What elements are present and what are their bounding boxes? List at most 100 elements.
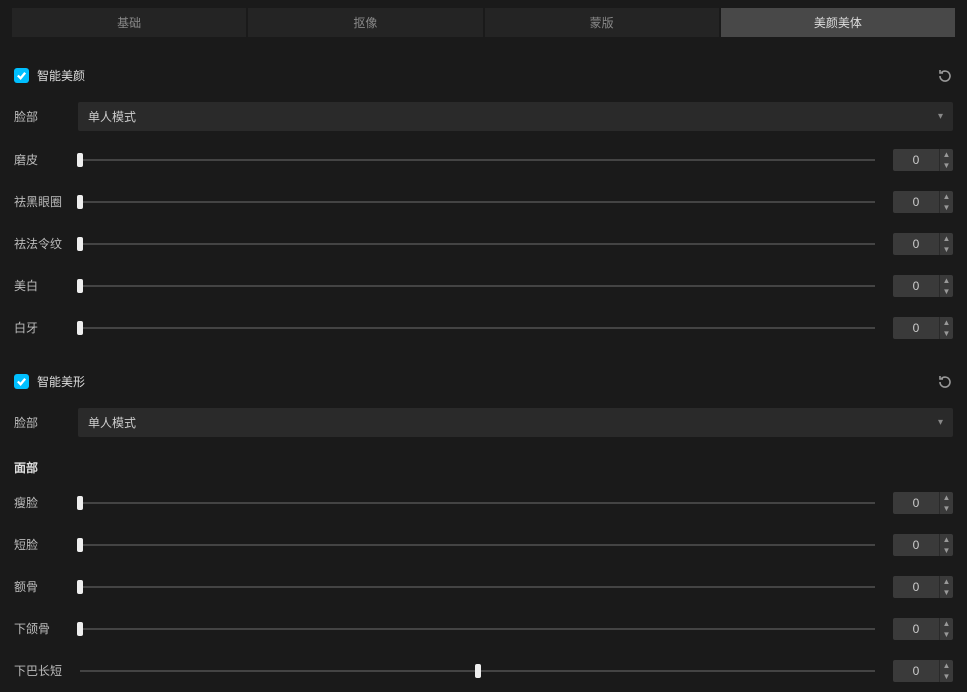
shape-checkbox[interactable] — [14, 374, 29, 389]
spinner-value: 0 — [893, 492, 939, 514]
beauty-slider-row: 祛法令纹 0▲▼ — [14, 223, 953, 265]
spinner-down-icon[interactable]: ▼ — [940, 286, 953, 297]
beauty-spinner[interactable]: 0▲▼ — [893, 149, 953, 171]
shape-spinner[interactable]: 0▲▼ — [893, 618, 953, 640]
slider-thumb[interactable] — [77, 321, 83, 335]
spinner-down-icon[interactable]: ▼ — [940, 202, 953, 213]
spinner-value: 0 — [893, 233, 939, 255]
spinner-down-icon[interactable]: ▼ — [940, 503, 953, 514]
spinner-value: 0 — [893, 275, 939, 297]
shape-slider[interactable] — [80, 622, 875, 636]
shape-reset-icon[interactable] — [937, 374, 953, 390]
spinner-value: 0 — [893, 660, 939, 682]
beauty-checkbox[interactable] — [14, 68, 29, 83]
beauty-slider-label: 磨皮 — [14, 153, 62, 167]
shape-slider-row: 额骨 0▲▼ — [14, 566, 953, 608]
slider-thumb[interactable] — [77, 538, 83, 552]
beauty-face-label: 脸部 — [14, 108, 62, 125]
tab-mask[interactable]: 蒙版 — [485, 8, 719, 37]
spinner-up-icon[interactable]: ▲ — [940, 317, 953, 328]
shape-spinner[interactable]: 0▲▼ — [893, 534, 953, 556]
shape-slider-label: 瘦脸 — [14, 496, 62, 510]
tab-beauty[interactable]: 美颜美体 — [721, 8, 955, 37]
shape-face-value: 单人模式 — [88, 414, 136, 431]
shape-slider-label: 下颌骨 — [14, 622, 62, 636]
shape-subheader: 面部 — [14, 445, 953, 482]
shape-spinner[interactable]: 0▲▼ — [893, 660, 953, 682]
shape-slider[interactable] — [80, 538, 875, 552]
spinner-up-icon[interactable]: ▲ — [940, 492, 953, 503]
beauty-reset-icon[interactable] — [937, 68, 953, 84]
beauty-slider-row: 祛黑眼圈 0▲▼ — [14, 181, 953, 223]
chevron-down-icon: ▾ — [938, 111, 943, 122]
tab-keying[interactable]: 抠像 — [248, 8, 482, 37]
beauty-spinner[interactable]: 0▲▼ — [893, 233, 953, 255]
shape-face-select[interactable]: 单人模式 ▾ — [78, 408, 953, 437]
spinner-down-icon[interactable]: ▼ — [940, 160, 953, 171]
shape-spinner[interactable]: 0▲▼ — [893, 576, 953, 598]
spinner-value: 0 — [893, 534, 939, 556]
shape-slider[interactable] — [80, 496, 875, 510]
section-beauty-header: 智能美颜 — [14, 43, 953, 94]
shape-face-row: 脸部 单人模式 ▾ — [14, 400, 953, 445]
beauty-face-select[interactable]: 单人模式 ▾ — [78, 102, 953, 131]
beauty-face-value: 单人模式 — [88, 108, 136, 125]
beauty-title: 智能美颜 — [37, 67, 85, 84]
beauty-slider-label: 美白 — [14, 279, 62, 293]
slider-thumb[interactable] — [475, 664, 481, 678]
tab-basic[interactable]: 基础 — [12, 8, 246, 37]
shape-slider-label: 额骨 — [14, 580, 62, 594]
beauty-spinner[interactable]: 0▲▼ — [893, 275, 953, 297]
beauty-slider-row: 美白 0▲▼ — [14, 265, 953, 307]
spinner-down-icon[interactable]: ▼ — [940, 671, 953, 682]
content: 智能美颜 脸部 单人模式 ▾ 磨皮0▲▼祛黑眼圈0▲▼祛法令纹0▲▼美白0▲▼白… — [0, 43, 967, 692]
spinner-up-icon[interactable]: ▲ — [940, 618, 953, 629]
shape-slider-row: 下颌骨 0▲▼ — [14, 608, 953, 650]
shape-slider-row: 瘦脸 0▲▼ — [14, 482, 953, 524]
slider-thumb[interactable] — [77, 279, 83, 293]
slider-thumb[interactable] — [77, 580, 83, 594]
spinner-up-icon[interactable]: ▲ — [940, 660, 953, 671]
shape-slider-label: 下巴长短 — [14, 664, 62, 678]
spinner-up-icon[interactable]: ▲ — [940, 149, 953, 160]
spinner-value: 0 — [893, 317, 939, 339]
spinner-value: 0 — [893, 576, 939, 598]
spinner-down-icon[interactable]: ▼ — [940, 244, 953, 255]
beauty-slider-label: 祛黑眼圈 — [14, 195, 62, 209]
spinner-down-icon[interactable]: ▼ — [940, 629, 953, 640]
shape-spinner[interactable]: 0▲▼ — [893, 492, 953, 514]
shape-slider[interactable] — [80, 580, 875, 594]
shape-slider-label: 短脸 — [14, 538, 62, 552]
spinner-down-icon[interactable]: ▼ — [940, 587, 953, 598]
beauty-slider[interactable] — [80, 195, 875, 209]
beauty-slider-row: 磨皮 0▲▼ — [14, 139, 953, 181]
spinner-down-icon[interactable]: ▼ — [940, 328, 953, 339]
beauty-slider[interactable] — [80, 321, 875, 335]
shape-slider[interactable] — [80, 664, 875, 678]
chevron-down-icon: ▾ — [938, 417, 943, 428]
slider-thumb[interactable] — [77, 195, 83, 209]
spinner-up-icon[interactable]: ▲ — [940, 534, 953, 545]
beauty-slider[interactable] — [80, 279, 875, 293]
beauty-face-row: 脸部 单人模式 ▾ — [14, 94, 953, 139]
beauty-slider-label: 祛法令纹 — [14, 237, 62, 251]
shape-slider-row: 下巴长短 0▲▼ — [14, 650, 953, 692]
beauty-slider[interactable] — [80, 237, 875, 251]
spinner-up-icon[interactable]: ▲ — [940, 233, 953, 244]
slider-thumb[interactable] — [77, 153, 83, 167]
spinner-up-icon[interactable]: ▲ — [940, 191, 953, 202]
beauty-spinner[interactable]: 0▲▼ — [893, 317, 953, 339]
beauty-slider-row: 白牙 0▲▼ — [14, 307, 953, 349]
spinner-up-icon[interactable]: ▲ — [940, 275, 953, 286]
beauty-spinner[interactable]: 0▲▼ — [893, 191, 953, 213]
beauty-slider[interactable] — [80, 153, 875, 167]
spinner-down-icon[interactable]: ▼ — [940, 545, 953, 556]
shape-title: 智能美形 — [37, 373, 85, 390]
slider-thumb[interactable] — [77, 237, 83, 251]
slider-thumb[interactable] — [77, 622, 83, 636]
spinner-value: 0 — [893, 149, 939, 171]
spinner-up-icon[interactable]: ▲ — [940, 576, 953, 587]
slider-thumb[interactable] — [77, 496, 83, 510]
beauty-slider-label: 白牙 — [14, 321, 62, 335]
spinner-value: 0 — [893, 191, 939, 213]
